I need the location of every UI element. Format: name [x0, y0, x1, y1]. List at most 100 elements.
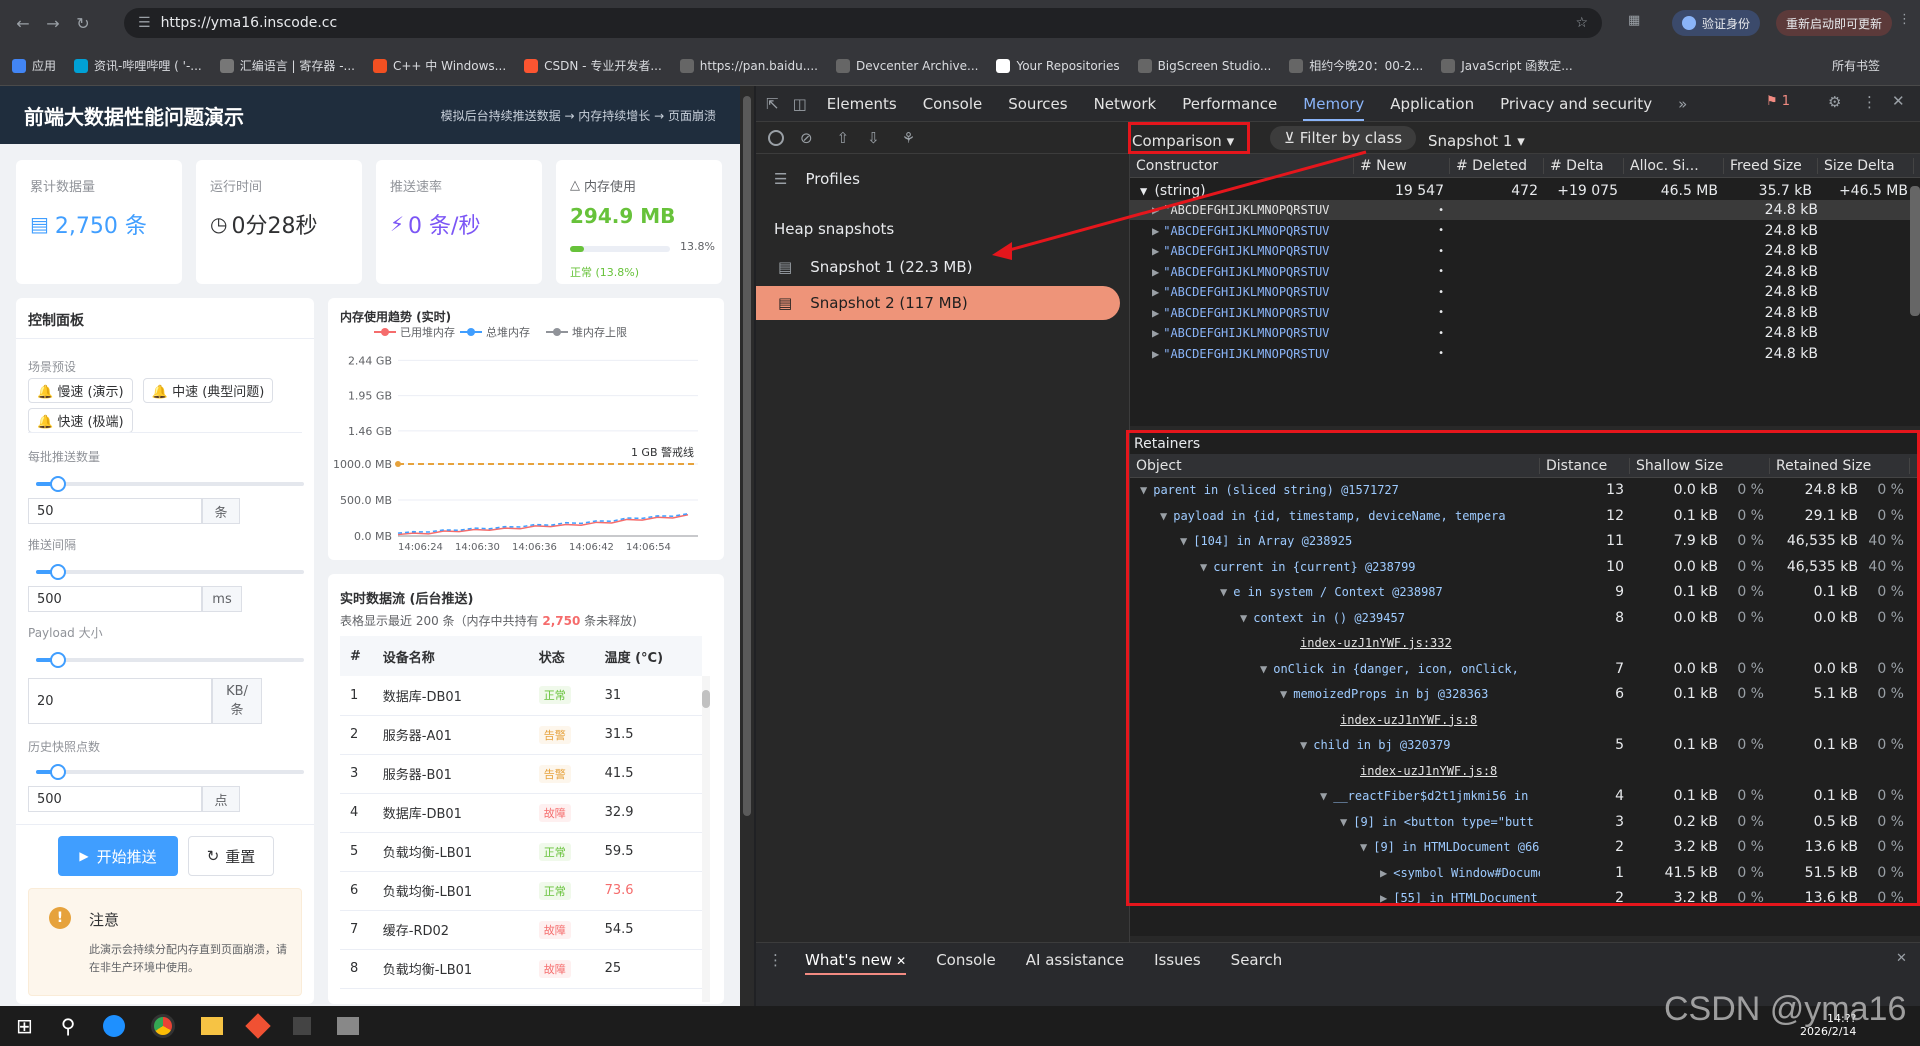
control-panel: 控制面板 场景预设 🔔 慢速 (演示) 🔔 中速 (典型问题) 🔔 快速 (极端…: [16, 298, 314, 1004]
table-row: 8 负载均衡-LB01 故障 25: [340, 949, 702, 989]
verify-identity-button[interactable]: 验证身份: [1672, 10, 1761, 36]
table-header[interactable]: 温度 (°C): [594, 636, 702, 676]
stat-label: 推送速率: [390, 180, 443, 195]
row-id: 8: [340, 949, 373, 989]
preset-medium-button[interactable]: 🔔 中速 (典型问题): [142, 378, 274, 403]
memory-status: 正常 (13.8%): [570, 266, 640, 279]
status-badge: 正常: [538, 881, 571, 900]
batch-unit: 条: [202, 498, 240, 524]
preset-slow-button[interactable]: 🔔 慢速 (演示): [28, 378, 133, 403]
temperature: 41.5: [594, 754, 702, 794]
clock-icon: ◷: [210, 212, 228, 236]
bookmark-star-icon[interactable]: ☆: [1575, 15, 1588, 31]
monitor-icon[interactable]: [337, 1017, 360, 1035]
close-drawer-icon[interactable]: ✕: [1896, 951, 1907, 966]
series-line-1: [397, 512, 689, 534]
chrome-icon[interactable]: [151, 1014, 176, 1038]
table-header[interactable]: 设备名称: [372, 636, 529, 676]
table-scrollbar[interactable]: [702, 676, 710, 1002]
bookmark-item[interactable]: 相约今晚20：00-2...: [1289, 57, 1423, 74]
device-name: 缓存-RD02: [372, 910, 529, 950]
address-bar[interactable]: ☰ https://yma16.inscode.cc ☆: [124, 8, 1602, 38]
bookmark-item[interactable]: CSDN - 专业开发者...: [524, 57, 662, 74]
table-row: 4 数据库-DB01 故障 32.9: [340, 793, 702, 833]
legend-label: 已用堆内存: [400, 325, 455, 339]
interval-unit: ms: [202, 586, 242, 612]
bookmark-item[interactable]: 资讯-哔哩哔哩 ( '-...: [74, 57, 202, 74]
bookmark-item[interactable]: BigScreen Studio...: [1137, 58, 1271, 73]
temperature: 73.6: [594, 871, 702, 911]
batch-slider[interactable]: [36, 476, 304, 492]
bookmark-item[interactable]: 应用: [12, 57, 56, 74]
drawer-tab[interactable]: Issues: [1154, 951, 1201, 975]
reload-icon[interactable]: ↻: [68, 14, 98, 33]
status-badge: 故障: [538, 803, 571, 822]
page-scrollbar[interactable]: [740, 86, 754, 1006]
bookmark-favicon-icon: [1137, 58, 1152, 73]
warning-note: ! 注意 此演示会持续分配内存直到页面崩溃，请在非生产环境中使用。: [28, 888, 302, 996]
drawer-menu-icon[interactable]: ⋮: [768, 951, 783, 975]
interval-label: 推送间隔: [28, 538, 77, 552]
profile-avatar-icon: [1682, 16, 1696, 30]
forward-icon[interactable]: →: [38, 14, 68, 33]
device-name: 服务器-B01: [372, 754, 529, 794]
back-icon[interactable]: ←: [8, 14, 38, 33]
git-icon[interactable]: [245, 1013, 272, 1039]
close-tab-icon[interactable]: ✕: [896, 954, 906, 968]
history-slider[interactable]: [36, 764, 304, 780]
stat-card-rate: 推送速率 ⚡ 0 条/秒: [376, 160, 542, 284]
status-badge: 故障: [538, 959, 571, 978]
legend-label: 堆内存上限: [572, 325, 627, 339]
menu-dots-icon[interactable]: ⋮: [1898, 12, 1911, 27]
app-icon[interactable]: [293, 1017, 312, 1035]
verify-label: 验证身份: [1702, 16, 1751, 31]
stat-value: 0 条/秒: [408, 214, 481, 239]
edge-icon[interactable]: [103, 1015, 126, 1037]
bookmark-item[interactable]: Devcenter Archive...: [835, 58, 978, 73]
preset-fast-button[interactable]: 🔔 快速 (极端): [28, 408, 133, 433]
bookmark-favicon-icon: [524, 58, 539, 73]
interval-input[interactable]: 500: [28, 586, 202, 612]
drawer-tab[interactable]: Search: [1231, 951, 1283, 975]
row-id: 2: [340, 715, 373, 755]
row-id: 3: [340, 754, 373, 794]
bookmark-item[interactable]: 汇编语言 | 寄存器 -...: [219, 57, 355, 74]
bookmark-item[interactable]: C++ 中 Windows...: [373, 57, 506, 74]
search-icon[interactable]: ⚲: [61, 1014, 76, 1038]
all-bookmarks[interactable]: 所有书签: [1832, 57, 1880, 74]
bookmark-item[interactable]: JavaScript 函数定...: [1441, 57, 1573, 74]
update-button[interactable]: 重新启动即可更新: [1776, 10, 1893, 36]
status-badge: 故障: [538, 920, 571, 939]
bookmark-item[interactable]: Your Repositories: [996, 58, 1120, 73]
extensions-icon[interactable]: ▦: [1628, 13, 1640, 28]
payload-input[interactable]: 20: [28, 678, 212, 724]
start-push-button[interactable]: ▶ 开始推送: [58, 836, 178, 876]
windows-start-icon[interactable]: ⊞: [16, 1014, 33, 1038]
bookmark-item[interactable]: https://pan.baidu....: [679, 58, 818, 73]
table-header[interactable]: 状态: [528, 636, 595, 676]
stat-label: 运行时间: [210, 180, 263, 195]
batch-input[interactable]: 50: [28, 498, 202, 524]
drawer-tab[interactable]: Console: [936, 951, 996, 975]
legend-label: 总堆内存: [486, 325, 530, 339]
stat-card-memory: △ 内存使用 294.9 MB 13.8% 正常 (13.8%): [556, 160, 722, 284]
stat-value: 294.9 MB: [570, 204, 676, 228]
history-input[interactable]: 500: [28, 786, 202, 812]
url-text: https://yma16.inscode.cc: [160, 15, 338, 31]
interval-slider[interactable]: [36, 564, 304, 580]
history-unit: 点: [202, 786, 240, 812]
status-badge: 正常: [538, 842, 571, 861]
refresh-icon: ↻: [206, 847, 220, 865]
temperature: 31.5: [594, 715, 702, 755]
table-header[interactable]: #: [340, 636, 373, 676]
file-explorer-icon[interactable]: [201, 1017, 224, 1035]
payload-slider[interactable]: [36, 652, 304, 668]
drawer-tab[interactable]: AI assistance: [1026, 951, 1124, 975]
bookmark-favicon-icon: [74, 58, 89, 73]
bookmark-favicon-icon: [219, 58, 234, 73]
reset-button[interactable]: ↻ 重置: [188, 836, 274, 876]
drawer-tab[interactable]: What's new ✕: [805, 951, 907, 975]
start-label: 开始推送: [96, 847, 157, 866]
site-info-icon[interactable]: ☰: [138, 15, 151, 31]
row-id: 1: [340, 676, 373, 716]
